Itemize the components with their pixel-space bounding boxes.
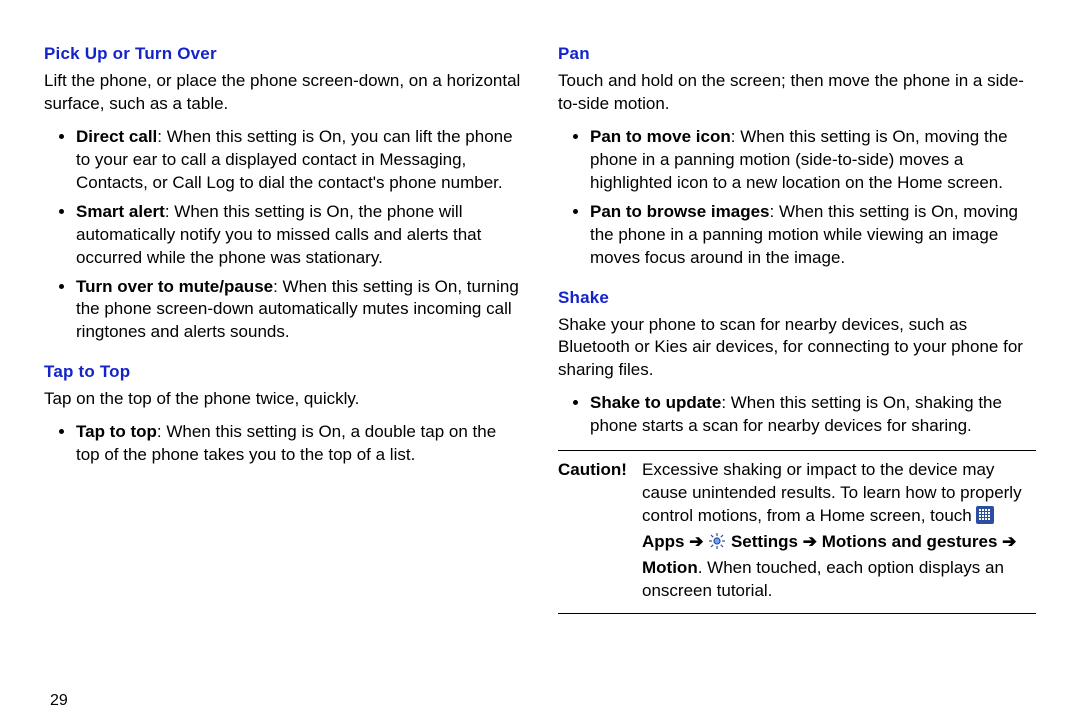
- intro-shake: Shake your phone to scan for nearby devi…: [558, 314, 1036, 383]
- bullet-tap-to-top: Tap to top: When this setting is On, a d…: [76, 421, 522, 467]
- bullet-title: Turn over to mute/pause: [76, 277, 273, 296]
- caution-label: Caution!: [558, 459, 636, 603]
- bullet-direct-call: Direct call: When this setting is On, yo…: [76, 126, 522, 195]
- caution-body: Excessive shaking or impact to the devic…: [642, 459, 1036, 603]
- settings-gear-icon: [708, 532, 726, 557]
- bullet-title: Tap to top: [76, 422, 157, 441]
- bullet-smart-alert: Smart alert: When this setting is On, th…: [76, 201, 522, 270]
- caution-pretext: Excessive shaking or impact to the devic…: [642, 460, 1022, 525]
- arrow-icon: ➔: [803, 532, 817, 551]
- heading-tap-to-top: Tap to Top: [44, 362, 522, 382]
- bullet-title: Pan to move icon: [590, 127, 731, 146]
- intro-tap-to-top: Tap on the top of the phone twice, quick…: [44, 388, 522, 411]
- intro-pick-up: Lift the phone, or place the phone scree…: [44, 70, 522, 116]
- bullet-turn-over: Turn over to mute/pause: When this setti…: [76, 276, 522, 345]
- manual-page: Pick Up or Turn Over Lift the phone, or …: [0, 0, 1080, 720]
- path-motion: Motion: [642, 558, 698, 577]
- heading-pick-up-or-turn-over: Pick Up or Turn Over: [44, 44, 522, 64]
- heading-shake: Shake: [558, 288, 1036, 308]
- bullets-tap-to-top: Tap to top: When this setting is On, a d…: [44, 421, 522, 473]
- apps-grid-icon: [976, 506, 994, 531]
- intro-pan: Touch and hold on the screen; then move …: [558, 70, 1036, 116]
- page-number: 29: [44, 672, 522, 710]
- bullet-title: Shake to update: [590, 393, 721, 412]
- bullet-title: Smart alert: [76, 202, 165, 221]
- arrow-icon: ➔: [1002, 532, 1016, 551]
- bullets-pan: Pan to move icon: When this setting is O…: [558, 126, 1036, 276]
- path-apps: Apps: [642, 532, 685, 551]
- bullet-title: Direct call: [76, 127, 157, 146]
- bullet-pan-browse-images: Pan to browse images: When this setting …: [590, 201, 1036, 270]
- path-settings: Settings: [731, 532, 798, 551]
- caution-block: Caution! Excessive shaking or impact to …: [558, 450, 1036, 614]
- bullet-pan-move-icon: Pan to move icon: When this setting is O…: [590, 126, 1036, 195]
- bullet-title: Pan to browse images: [590, 202, 770, 221]
- bullet-shake-to-update: Shake to update: When this setting is On…: [590, 392, 1036, 438]
- arrow-icon: ➔: [689, 532, 703, 551]
- heading-pan: Pan: [558, 44, 1036, 64]
- path-motions-gestures: Motions and gestures: [822, 532, 998, 551]
- bullets-pick-up: Direct call: When this setting is On, yo…: [44, 126, 522, 350]
- right-column: Pan Touch and hold on the screen; then m…: [558, 44, 1036, 710]
- left-column: Pick Up or Turn Over Lift the phone, or …: [44, 44, 522, 710]
- bullets-shake: Shake to update: When this setting is On…: [558, 392, 1036, 444]
